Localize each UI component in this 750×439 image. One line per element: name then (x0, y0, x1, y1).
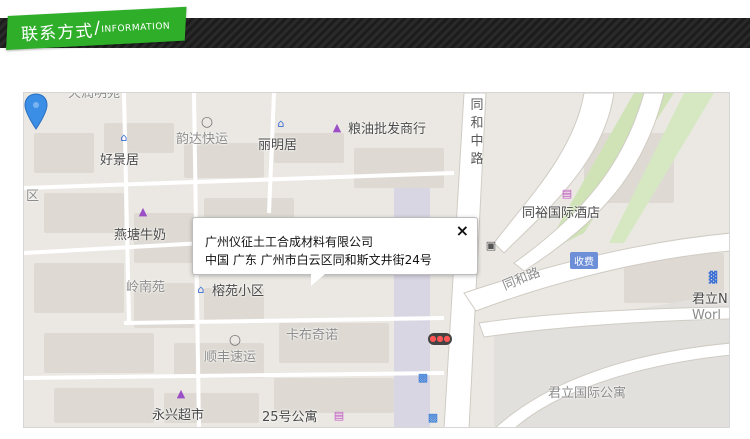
label-yantang: 燕塘牛奶 (114, 228, 167, 243)
label-kabuqinuo: 卡布奇诺 (286, 328, 339, 343)
house-icon: ⌂ (197, 283, 205, 296)
info-address: 中国 广东 广州市白云区同和斯文井街24号 (205, 253, 432, 267)
label-tonghe-zhong-road: 同和中路 (470, 98, 484, 167)
label-shunfeng: 顺丰速运 (204, 350, 257, 365)
info-window-pointer (311, 274, 325, 286)
basket-icon: ▲ (138, 205, 148, 218)
label-junli-gongyu: 君立国际公寓 (548, 386, 627, 401)
info-company-name: 广州仪征土工合成材料有限公司 (205, 235, 374, 249)
label-junli-right: 君立N (692, 292, 728, 307)
label-yunda: 韵达快运 (176, 132, 229, 147)
label-rongyuan: 榕苑小区 (212, 284, 265, 299)
toll-badge: 收费 (570, 252, 598, 269)
poi-dot-icon: ○ (200, 114, 214, 130)
label-haojingju: 好景居 (100, 153, 140, 168)
label-liangyou: 粮油批发商行 (348, 122, 427, 137)
section-title-cn: 联系方式 (20, 21, 94, 45)
bed-icon: ▤ (333, 409, 345, 422)
location-pin-icon[interactable] (24, 93, 48, 131)
house-icon: ⌂ (120, 131, 128, 144)
car-icon: ▣ (485, 239, 497, 252)
basket-icon: ▲ (176, 387, 186, 400)
bed-icon: ▤ (561, 187, 573, 200)
label-lingnanyuan: 岭南苑 (126, 280, 166, 295)
label-world-right: Worl (692, 308, 722, 323)
close-icon[interactable]: × (456, 221, 469, 240)
bus-icon: ▩ (427, 411, 439, 424)
basket-icon: ▲ (332, 121, 342, 134)
label-tongyu-hotel: 同裕国际酒店 (522, 206, 601, 221)
building-icon: ▓ (708, 271, 718, 284)
section-title-en: INFORMATION (100, 21, 171, 35)
label-gongyu25: 25号公寓 (262, 410, 318, 425)
label-yongxing: 永兴超市 (152, 408, 205, 423)
section-title-separator: / (93, 18, 101, 39)
bus-icon: ▩ (417, 371, 429, 384)
poi-dot-icon: ○ (228, 332, 242, 348)
info-window: 广州仪征土工合成材料有限公司 中国 广东 广州市白云区同和斯文井街24号 × (192, 217, 478, 286)
map-view[interactable]: ⌂ 好景居 ○ 韵达快运 ⌂ 丽明居 ▲ 粮油批发商行 区 ▲ 燕塘牛奶 岭南苑… (23, 92, 730, 428)
label-qu: 区 (26, 189, 40, 204)
label-liangmingju: 丽明居 (258, 138, 298, 153)
house-icon: ⌂ (277, 117, 285, 130)
label-top-partial: 天润明苑 (68, 92, 121, 101)
traffic-light-icon: ●●● (428, 333, 452, 345)
